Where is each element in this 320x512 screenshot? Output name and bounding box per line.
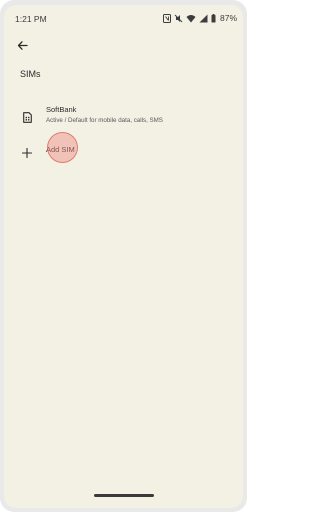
status-icons: 87% — [162, 13, 237, 23]
battery-percentage: 87% — [219, 13, 237, 23]
mute-icon — [174, 14, 183, 23]
screen: 1:21 PM 87% SIMs SoftBank Active / Defau… — [4, 5, 243, 508]
signal-icon — [199, 14, 208, 23]
sim-name: SoftBank — [46, 105, 77, 114]
sim-status: Active / Default for mobile data, calls,… — [46, 117, 163, 124]
sim-list-item-softbank[interactable]: SoftBank Active / Default for mobile dat… — [4, 103, 243, 133]
battery-icon — [211, 13, 216, 23]
page-title: SIMs — [20, 69, 41, 79]
sim-card-icon — [19, 109, 35, 125]
touch-indicator — [47, 132, 78, 163]
status-time: 1:21 PM — [15, 14, 47, 24]
gesture-navigation-handle[interactable] — [94, 494, 154, 497]
plus-icon — [19, 145, 35, 161]
status-bar: 1:21 PM 87% — [4, 5, 243, 31]
nfc-icon — [162, 13, 171, 23]
add-sim-item[interactable]: Add SIM — [4, 139, 243, 165]
wifi-icon — [186, 14, 196, 23]
device-frame: 1:21 PM 87% SIMs SoftBank Active / Defau… — [0, 0, 247, 512]
arrow-back-icon — [17, 40, 28, 50]
back-button[interactable] — [14, 37, 30, 53]
